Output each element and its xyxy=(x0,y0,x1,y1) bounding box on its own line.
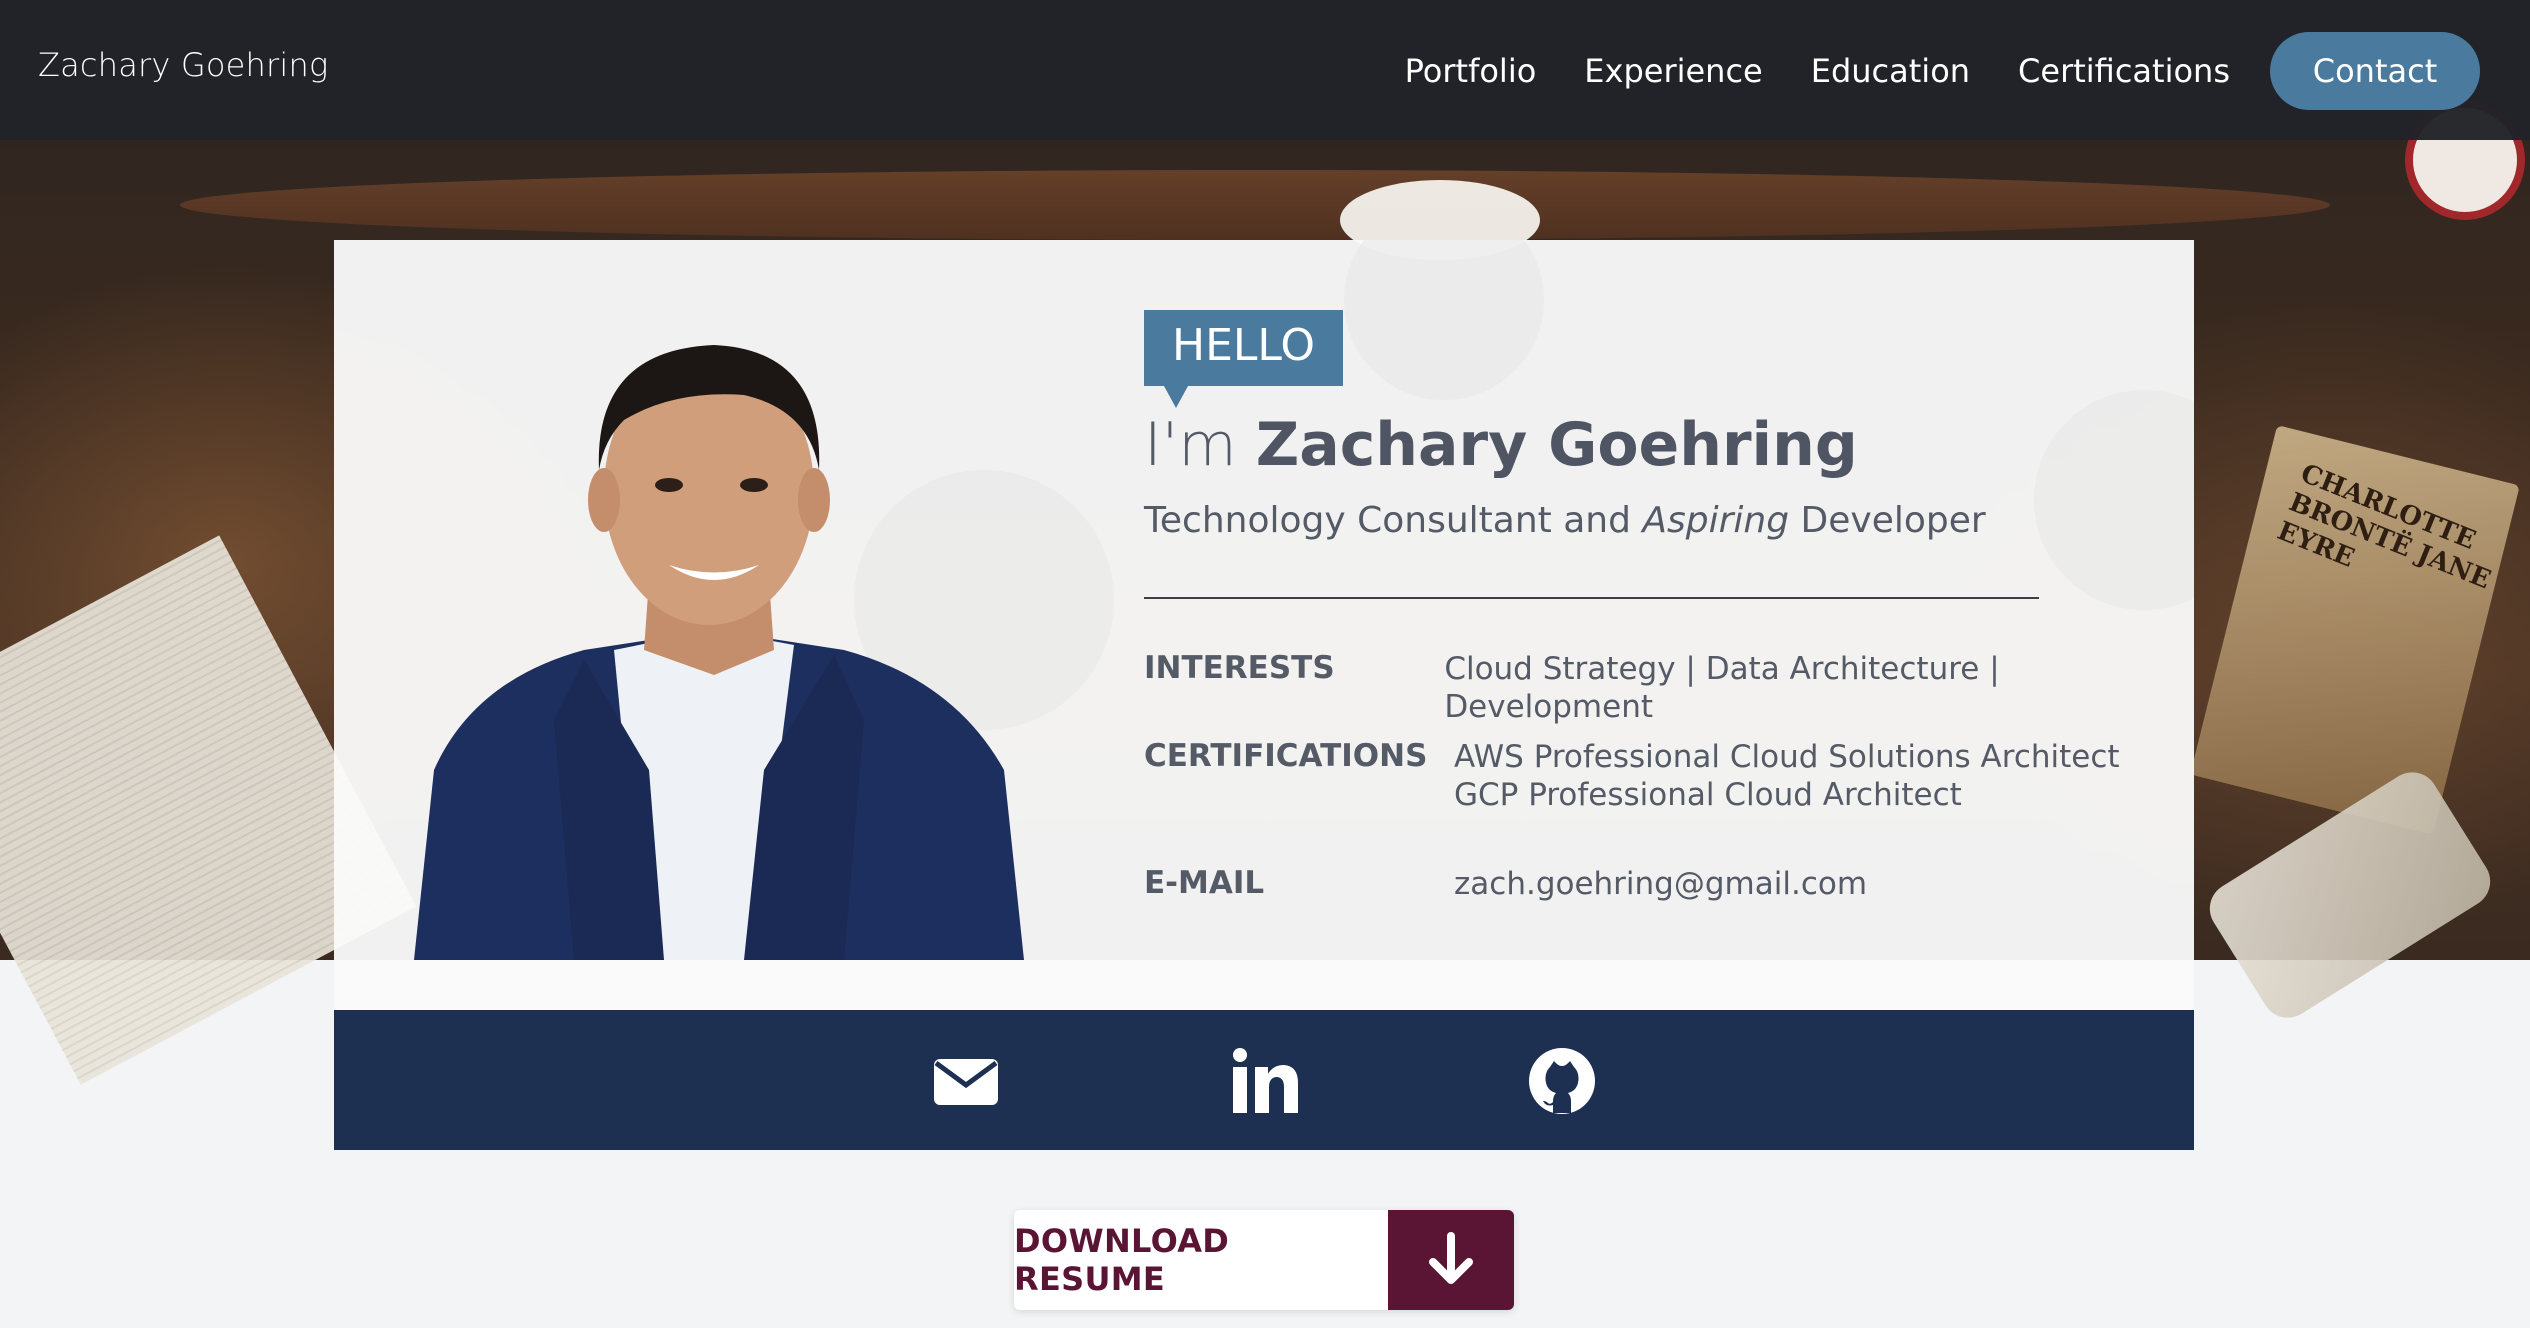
jane-eyre-book-decoration: CHARLOTTE BRONTË JANE EYRE xyxy=(2190,425,2520,835)
interests-value: Cloud Strategy | Data Architecture | Dev… xyxy=(1444,651,2000,725)
certification-aws: AWS Professional Cloud Solutions Archite… xyxy=(1454,739,2120,775)
info-label: E-MAIL xyxy=(1144,865,1265,901)
download-resume-label: DOWNLOAD RESUME xyxy=(1014,1222,1230,1298)
info-row-email: E-MAIL zach.goehring@gmail.com xyxy=(1144,865,1867,903)
profile-card: HELLO I'm Zachary Goehring Technology Co… xyxy=(334,240,2194,960)
download-resume-button[interactable]: DOWNLOAD RESUME xyxy=(1014,1210,1514,1310)
intro-heading: I'm Zachary Goehring xyxy=(1144,410,1858,480)
info-label: INTERESTS xyxy=(1144,650,1335,686)
nav-link-experience[interactable]: Experience xyxy=(1584,52,1762,90)
arrow-down-icon xyxy=(1388,1210,1514,1310)
divider xyxy=(1144,597,2039,599)
info-value: Cloud Strategy | Data Architecture | Dev… xyxy=(1444,650,2194,726)
book-cover-text: CHARLOTTE BRONTË JANE EYRE xyxy=(2273,458,2495,596)
linkedin-icon[interactable] xyxy=(1228,1045,1300,1117)
bubble-decoration xyxy=(2034,390,2194,610)
hello-tag: HELLO xyxy=(1144,310,1343,408)
tagline: Technology Consultant and Aspiring Devel… xyxy=(1144,500,1986,541)
info-row-certifications: CERTIFICATIONS AWS Professional Cloud So… xyxy=(1144,738,2120,814)
info-row-interests: INTERESTS Cloud Strategy | Data Architec… xyxy=(1144,650,2194,726)
contact-button[interactable]: Contact xyxy=(2270,32,2480,110)
tagline-start: Technology Consultant and xyxy=(1144,500,1643,541)
navbar: Zachary Goehring Portfolio Experience Ed… xyxy=(0,0,2530,140)
profile-photo xyxy=(414,300,1024,960)
full-name: Zachary Goehring xyxy=(1255,410,1858,480)
intro-prefix: I'm xyxy=(1144,410,1256,480)
info-value: AWS Professional Cloud Solutions Archite… xyxy=(1454,738,2120,814)
brand-link[interactable]: Zachary Goehring xyxy=(38,46,328,84)
nav-link-certifications[interactable]: Certifications xyxy=(2018,52,2230,90)
tagline-end: Developer xyxy=(1789,500,1986,541)
certification-gcp: GCP Professional Cloud Architect xyxy=(1454,777,1962,813)
social-bar xyxy=(334,1010,2194,1150)
table-edge-decoration xyxy=(180,170,2330,240)
nav-link-education[interactable]: Education xyxy=(1811,52,1970,90)
info-value: zach.goehring@gmail.com xyxy=(1454,865,1867,903)
nav-link-portfolio[interactable]: Portfolio xyxy=(1405,52,1537,90)
profile-card-footer xyxy=(334,960,2194,1010)
tagline-emphasis: Aspiring xyxy=(1642,500,1790,541)
bubble-decoration xyxy=(1344,240,1544,400)
info-label: CERTIFICATIONS xyxy=(1144,738,1428,774)
nav-links: Portfolio Experience Education Certifica… xyxy=(1357,32,2480,110)
github-icon[interactable] xyxy=(1526,1045,1598,1117)
email-value[interactable]: zach.goehring@gmail.com xyxy=(1454,865,1867,903)
envelope-icon[interactable] xyxy=(930,1045,1002,1117)
